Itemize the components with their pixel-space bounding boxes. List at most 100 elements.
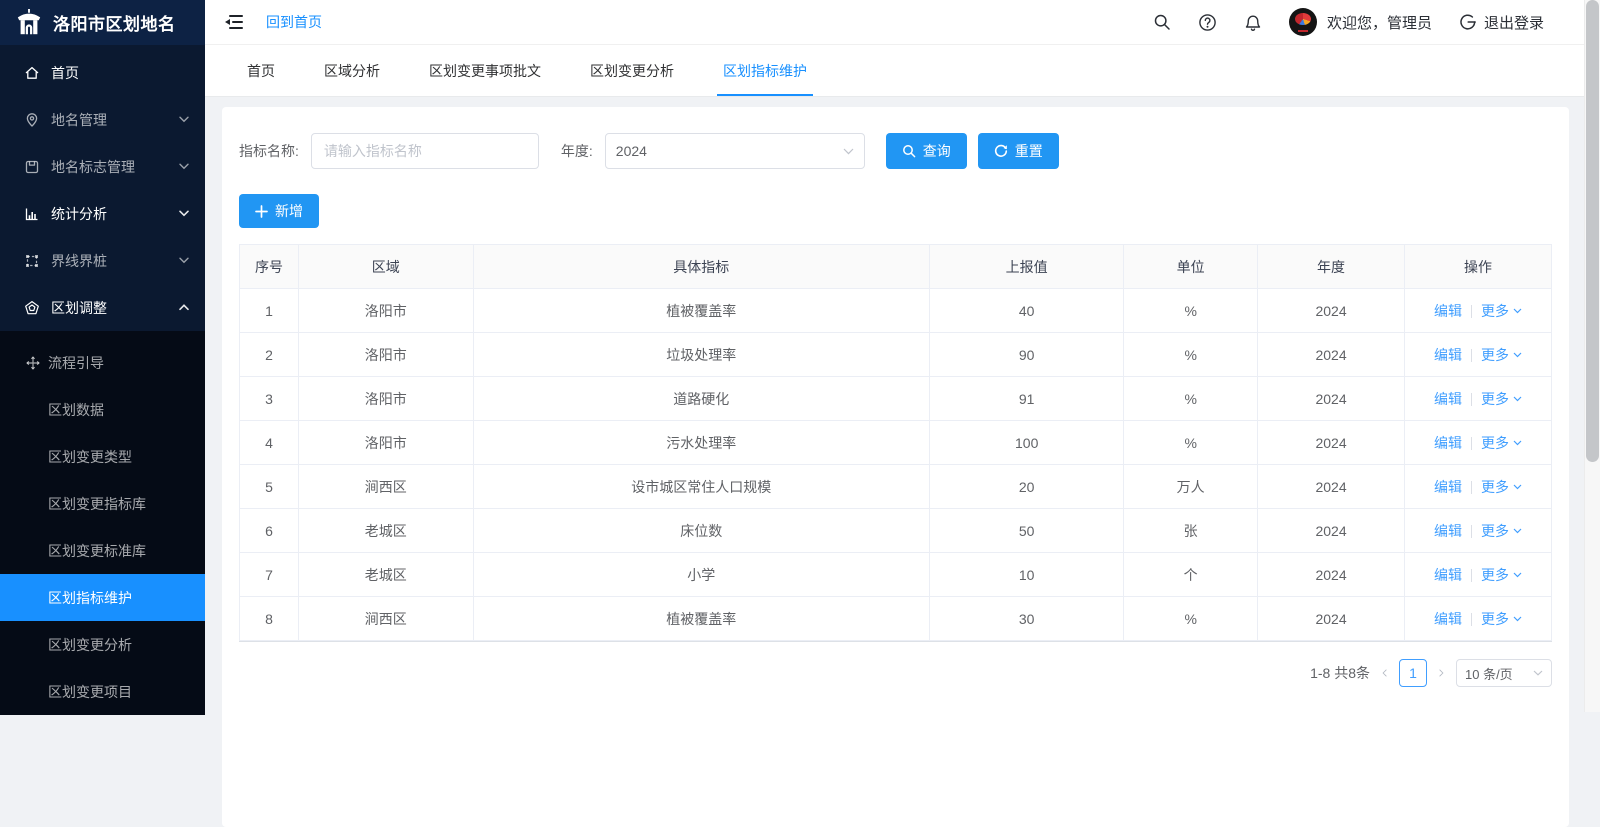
cell-year: 2024: [1258, 377, 1405, 421]
indicator-name-input[interactable]: [311, 133, 539, 169]
tab-label: 首页: [247, 61, 275, 81]
page-size-select[interactable]: 10 条/页: [1456, 659, 1552, 687]
sidebar-item-boundary[interactable]: 界线界桩: [0, 237, 205, 284]
search-icon: [902, 144, 916, 158]
chevron-down-icon: [179, 116, 189, 123]
cell-actions: 编辑更多: [1405, 509, 1552, 553]
table-row: 6 老城区 床位数 50 张 2024 编辑更多: [240, 509, 1552, 553]
cell-index: 2: [240, 333, 299, 377]
tab-label: 区域分析: [324, 61, 380, 81]
table-row: 2 洛阳市 垃圾处理率 90 % 2024 编辑更多: [240, 333, 1552, 377]
more-link[interactable]: 更多: [1481, 301, 1522, 321]
chevron-down-icon: [1513, 308, 1522, 314]
edit-link[interactable]: 编辑: [1434, 389, 1462, 409]
edit-link[interactable]: 编辑: [1434, 565, 1462, 585]
notification-bell-icon[interactable]: [1244, 13, 1262, 32]
location-pin-icon: [24, 112, 40, 128]
edit-link[interactable]: 编辑: [1434, 521, 1462, 541]
tab-change-approval-doc[interactable]: 区划变更事项批文: [429, 45, 541, 96]
add-button-label: 新增: [275, 201, 303, 221]
more-link[interactable]: 更多: [1481, 477, 1522, 497]
scrollbar[interactable]: [1584, 0, 1600, 712]
more-link[interactable]: 更多: [1481, 609, 1522, 629]
chevron-down-icon: [179, 210, 189, 217]
sidebar-submenu: 流程引导 区划数据 区划变更类型 区划变更指标库 区划变更标准库 区划指标维护 …: [0, 331, 205, 715]
next-page-icon[interactable]: [1437, 666, 1446, 680]
submenu-item-change-type[interactable]: 区划变更类型: [0, 433, 205, 480]
cell-indicator: 小学: [473, 553, 930, 597]
chevron-down-icon: [179, 163, 189, 170]
cell-region: 涧西区: [299, 465, 473, 509]
avatar[interactable]: [1289, 8, 1317, 36]
submenu-item-label: 区划变更指标库: [48, 494, 146, 514]
cell-unit: %: [1124, 289, 1258, 333]
table-row: 3 洛阳市 道路硬化 91 % 2024 编辑更多: [240, 377, 1552, 421]
submenu-item-change-analysis[interactable]: 区划变更分析: [0, 621, 205, 668]
topbar-right: 欢迎您，管理员 退出登录: [1153, 8, 1544, 36]
sidebar-item-home[interactable]: 首页: [0, 49, 205, 96]
sidebar-item-placename-mgmt[interactable]: 地名管理: [0, 96, 205, 143]
cell-unit: 个: [1124, 553, 1258, 597]
current-page-button[interactable]: 1: [1399, 659, 1427, 687]
search-icon[interactable]: [1153, 13, 1171, 31]
cell-value: 20: [930, 465, 1124, 509]
add-button[interactable]: 新增: [239, 194, 319, 228]
logout-icon: [1459, 13, 1477, 31]
home-icon: [24, 65, 40, 81]
edit-link[interactable]: 编辑: [1434, 301, 1462, 321]
cell-region: 洛阳市: [299, 421, 473, 465]
submenu-item-process-guide[interactable]: 流程引导: [0, 339, 205, 386]
sidebar-item-statistics[interactable]: 统计分析: [0, 190, 205, 237]
cell-value: 10: [930, 553, 1124, 597]
tab-indicator-maintain[interactable]: 区划指标维护: [723, 45, 807, 96]
scrollbar-thumb[interactable]: [1586, 0, 1599, 462]
prev-page-icon[interactable]: [1380, 666, 1389, 680]
sidebar-item-label: 统计分析: [51, 204, 107, 224]
sidebar-item-district-adjust[interactable]: 区划调整: [0, 284, 205, 331]
sidebar-item-placename-sign-mgmt[interactable]: 地名标志管理: [0, 143, 205, 190]
tab-region-analysis[interactable]: 区域分析: [324, 45, 380, 96]
submenu-item-change-standard-lib[interactable]: 区划变更标准库: [0, 527, 205, 574]
tab-label: 区划变更分析: [590, 61, 674, 81]
tab-home[interactable]: 首页: [247, 45, 275, 96]
topbar: 回到首页 欢迎您，管: [205, 0, 1584, 45]
edit-link[interactable]: 编辑: [1434, 609, 1462, 629]
back-home-link[interactable]: 回到首页: [266, 12, 322, 32]
more-link[interactable]: 更多: [1481, 565, 1522, 585]
more-link[interactable]: 更多: [1481, 345, 1522, 365]
year-select[interactable]: 2024: [605, 133, 865, 169]
sidebar-menu: 首页 地名管理 地名标志管理: [0, 45, 205, 331]
edit-link[interactable]: 编辑: [1434, 477, 1462, 497]
edit-link[interactable]: 编辑: [1434, 345, 1462, 365]
search-button[interactable]: 查询: [886, 133, 967, 169]
boundary-frame-icon: [24, 253, 40, 269]
help-icon[interactable]: [1198, 13, 1217, 32]
tab-change-analysis[interactable]: 区划变更分析: [590, 45, 674, 96]
content-card: 指标名称: 年度: 2024 查询: [222, 107, 1569, 827]
more-link[interactable]: 更多: [1481, 389, 1522, 409]
more-link[interactable]: 更多: [1481, 433, 1522, 453]
cell-value: 30: [930, 597, 1124, 641]
submenu-item-indicator-maintain[interactable]: 区划指标维护: [0, 574, 205, 621]
search-button-label: 查询: [923, 141, 951, 161]
submenu-item-change-project[interactable]: 区划变更项目: [0, 668, 205, 715]
cell-unit: 万人: [1124, 465, 1258, 509]
more-link[interactable]: 更多: [1481, 521, 1522, 541]
submenu-item-change-indicator-lib[interactable]: 区划变更指标库: [0, 480, 205, 527]
collapse-sidebar-icon[interactable]: [222, 12, 244, 32]
submenu-item-label: 区划数据: [48, 400, 104, 420]
cell-indicator: 植被覆盖率: [473, 289, 930, 333]
submenu-item-label: 流程引导: [48, 353, 104, 373]
cell-value: 91: [930, 377, 1124, 421]
sidebar-item-label: 首页: [51, 63, 79, 83]
filter-bar: 指标名称: 年度: 2024 查询: [239, 133, 1552, 169]
cell-unit: %: [1124, 377, 1258, 421]
edit-link[interactable]: 编辑: [1434, 433, 1462, 453]
cell-region: 老城区: [299, 509, 473, 553]
reset-button[interactable]: 重置: [978, 133, 1059, 169]
logout-button[interactable]: 退出登录: [1459, 12, 1544, 33]
data-table: 序号 区域 具体指标 上报值 单位 年度 操作 1 洛阳市: [239, 244, 1552, 642]
chevron-down-icon: [1513, 528, 1522, 534]
chevron-down-icon: [1513, 352, 1522, 358]
submenu-item-district-data[interactable]: 区划数据: [0, 386, 205, 433]
